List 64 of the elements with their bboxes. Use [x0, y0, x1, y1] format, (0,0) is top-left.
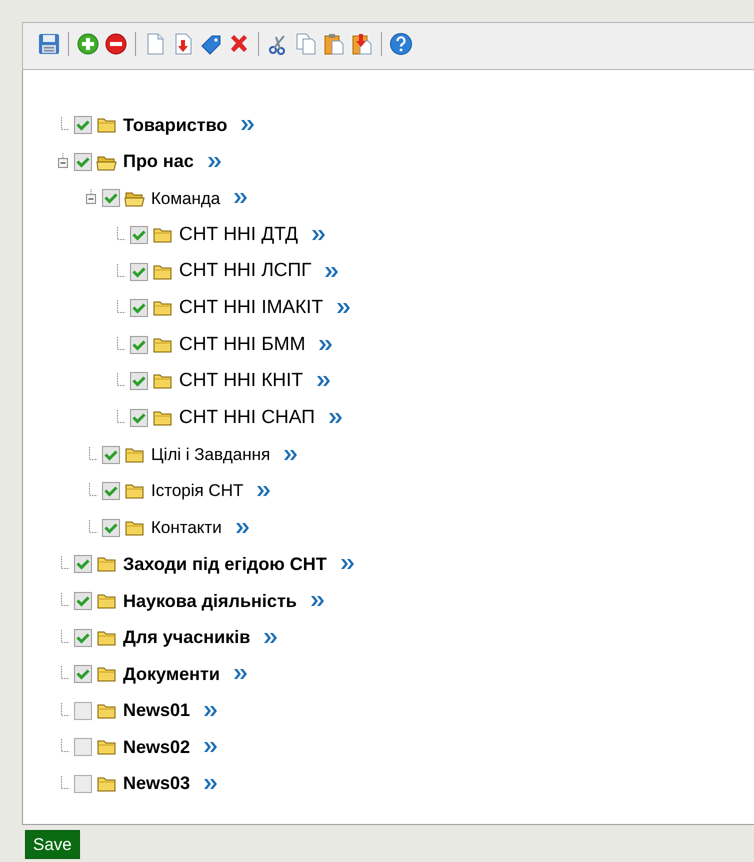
folder-icon [96, 665, 118, 684]
tree-node-label[interactable]: Команда [151, 186, 220, 212]
checkbox[interactable] [101, 444, 121, 465]
folder-icon [96, 774, 118, 793]
checkbox[interactable] [73, 152, 93, 172]
save-icon[interactable] [37, 32, 61, 56]
checkbox[interactable] [129, 262, 149, 282]
save-button[interactable]: Save [25, 830, 80, 859]
tree-node-label[interactable]: СНТ ННІ БММ [179, 330, 306, 360]
folder-icon [152, 409, 174, 428]
tree-node-label[interactable]: News03 [123, 770, 190, 798]
tree-node-label[interactable]: Історія СНТ [151, 478, 244, 504]
checkbox[interactable] [73, 115, 93, 136]
tree-node-label[interactable]: СНТ ННІ КНІТ [179, 367, 304, 396]
expand-toggle-icon[interactable] [55, 152, 71, 171]
tree-node-label[interactable]: Товариство [123, 112, 228, 139]
paste-arrow-icon[interactable] [350, 32, 374, 56]
remove-icon[interactable] [104, 32, 128, 56]
tree-node-label[interactable]: News02 [123, 734, 190, 761]
checkbox[interactable] [101, 481, 121, 502]
tree-node-label[interactable]: Заходи під егідою СНТ [123, 550, 327, 578]
copy-icon[interactable] [294, 32, 318, 56]
add-icon[interactable] [76, 32, 100, 56]
tree-node-label[interactable]: СНТ ННІ ІМАКІТ [179, 294, 324, 323]
checkbox[interactable] [73, 700, 93, 721]
folder-icon [96, 592, 118, 610]
folder-icon [152, 336, 174, 354]
tree-node-label[interactable]: News01 [123, 697, 190, 724]
tree-node-label[interactable]: Контакти [151, 515, 222, 541]
folder-icon [124, 446, 146, 464]
checkbox[interactable] [73, 774, 93, 794]
folder-icon [96, 702, 118, 720]
tree-node-label[interactable]: Цілі і Завдання [151, 442, 270, 468]
folder-icon [124, 518, 146, 537]
checkbox[interactable] [101, 518, 121, 538]
checkbox[interactable] [129, 225, 149, 246]
checkbox[interactable] [73, 664, 93, 684]
help-icon[interactable] [389, 32, 413, 56]
folder-icon [96, 116, 118, 134]
folder-icon [152, 226, 174, 244]
folder-icon [152, 372, 174, 390]
folder-icon [96, 628, 118, 647]
checkbox[interactable] [73, 737, 93, 758]
folder-icon [152, 262, 174, 281]
tree-node-label[interactable]: СНТ ННІ СНАП [179, 404, 315, 432]
tree-node-label[interactable]: Документи [123, 660, 220, 688]
checkbox[interactable] [129, 408, 149, 428]
checkbox[interactable] [129, 371, 149, 392]
tree-node-label[interactable]: СНТ ННІ ДТД [179, 220, 298, 250]
tree-node-label[interactable]: Наукова діяльність [123, 588, 297, 615]
paste-icon[interactable] [322, 32, 346, 56]
checkbox[interactable] [73, 591, 93, 612]
checkbox[interactable] [129, 298, 149, 318]
folder-icon [96, 738, 118, 756]
checkbox[interactable] [73, 628, 93, 648]
tree-node-label[interactable]: СНТ ННІ ЛСПГ [179, 257, 312, 286]
folder-icon [96, 555, 118, 574]
folder-icon [124, 482, 146, 500]
checkbox[interactable] [129, 334, 149, 355]
checkbox[interactable] [101, 188, 121, 208]
tree-node-label[interactable]: Для учасників [123, 624, 250, 652]
tree-node-label[interactable]: Про нас [123, 148, 194, 176]
checkbox[interactable] [73, 554, 93, 574]
folder-icon [152, 299, 174, 318]
